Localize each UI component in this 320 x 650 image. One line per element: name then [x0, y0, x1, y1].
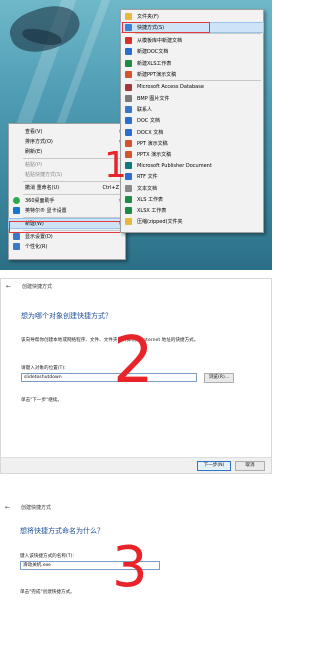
context-menu-item-label: 撤消 重命名(U): [25, 185, 60, 191]
access-icon: [125, 83, 132, 91]
back-arrow-icon[interactable]: ←: [6, 283, 11, 290]
step-number-3: 3: [112, 535, 148, 600]
submenu-item[interactable]: 文件夹(F): [121, 12, 263, 21]
create-shortcut-dialog-step2: ← 创建快捷方式 想将快捷方式命名为什么？ 键入该快捷方式的名称(T): 滑动关…: [0, 500, 272, 650]
submenu-item[interactable]: 新建PPT演示文稿: [121, 70, 263, 79]
submenu-item-label: 新建XLS工作表: [137, 60, 172, 67]
submenu-item-label: 联系人: [137, 107, 153, 114]
submenu-item[interactable]: XLSX 工作表: [121, 206, 263, 215]
submenu-item-label: 新建PPT演示文稿: [137, 71, 177, 78]
next-button[interactable]: 下一步(N): [197, 461, 231, 471]
submenu-item-label: RTF 文件: [137, 174, 158, 181]
dialog-hint: 单击"下一步"继续。: [21, 398, 62, 403]
submenu-item[interactable]: BMP 图片文件: [121, 94, 263, 103]
context-menu-item-label: 显示设置(D): [25, 234, 53, 240]
submenu-item-label: 新建DOC文档: [137, 49, 169, 56]
menu-separator: [135, 33, 261, 35]
back-arrow-icon[interactable]: ←: [5, 504, 10, 511]
bmp-icon: [125, 95, 132, 102]
submenu-item[interactable]: 压缩(zipped)文件夹: [121, 217, 263, 226]
dialog-heading: 想将快捷方式命名为什么？: [20, 527, 104, 535]
submenu-item[interactable]: 新建XLS工作表: [121, 59, 263, 68]
context-menu-item[interactable]: 显示设置(D): [9, 232, 125, 241]
context-menu-item-label: 粘贴快捷方式(S): [25, 172, 63, 178]
menu-separator: [23, 217, 123, 218]
submenu-item-label: Microsoft Access Database: [137, 84, 204, 91]
context-menu-item-label: 排序方式(O): [25, 139, 53, 145]
xlsx-icon: [125, 207, 132, 214]
name-label: 键入该快捷方式的名称(T):: [20, 554, 74, 559]
contact-icon: [125, 106, 132, 114]
context-menu-item-label: 粘贴(P): [25, 162, 42, 168]
context-menu-item-label: 个性化(R): [25, 244, 48, 250]
desktop-context-menu: 查看(V)›排序方式(O)›刷新(E)粘贴(P)粘贴快捷方式(S)撤消 重命名(…: [8, 123, 126, 260]
intel-graphics-icon: [13, 207, 20, 214]
submenu-item[interactable]: 文本文档: [121, 184, 263, 193]
context-menu-item[interactable]: 英特尔® 显卡设置: [9, 206, 125, 215]
browse-button[interactable]: 浏览(R)...: [204, 373, 234, 383]
doc-icon: [125, 48, 132, 56]
dialog-heading: 想为哪个对象创建快捷方式？: [21, 312, 112, 320]
xls-icon: [125, 59, 132, 67]
submenu-item[interactable]: 新建DOC文档: [121, 47, 263, 56]
submenu-item[interactable]: PPTX 演示文稿: [121, 150, 263, 159]
step-number-1: 1: [104, 145, 127, 186]
submenu-item-label: 文本文档: [137, 185, 158, 192]
create-shortcut-dialog-step1: ← 创建快捷方式 想为哪个对象创建快捷方式？ 该向导帮你创建本地或网络程序、文件…: [0, 278, 272, 474]
doc-icon: [125, 117, 132, 125]
submenu-item-label: 压缩(zipped)文件夹: [137, 219, 183, 226]
dialog-title: 创建快捷方式: [22, 284, 53, 290]
menu-separator: [23, 194, 123, 195]
submenu-item-label: BMP 图片文件: [137, 96, 170, 102]
display-icon: [13, 233, 20, 240]
template-icon: [125, 37, 132, 45]
folder-icon: [125, 13, 132, 20]
cancel-button[interactable]: 取消: [235, 461, 265, 471]
ppt-icon: [125, 70, 132, 78]
shortcut-item-highlight-box: [122, 22, 210, 34]
submenu-item-label: XLSX 工作表: [137, 208, 167, 214]
context-menu-item-label: 查看(V): [25, 129, 43, 135]
submenu-item[interactable]: 联系人: [121, 105, 263, 114]
location-label: 请键入对象的位置(T):: [21, 366, 66, 371]
submenu-item-label: DOCX 文档: [137, 129, 164, 136]
personalize-icon: [13, 243, 20, 250]
desktop-background[interactable]: 查看(V)›排序方式(O)›刷新(E)粘贴(P)粘贴快捷方式(S)撤消 重命名(…: [0, 0, 272, 270]
zip-folder-icon: [125, 218, 132, 226]
submenu-item-label: 文件夹(F): [137, 14, 159, 20]
docx-icon: [125, 128, 132, 136]
submenu-item[interactable]: 从模板库中新建文档: [121, 36, 263, 45]
submenu-item[interactable]: Microsoft Access Database: [121, 83, 263, 92]
submenu-item[interactable]: Microsoft Publisher Document: [121, 161, 263, 170]
context-menu-item-label: 刷新(E): [25, 149, 43, 155]
submenu-item-label: DOC 文档: [137, 118, 160, 125]
submenu-item[interactable]: XLS 工作表: [121, 195, 263, 204]
dialog-title: 创建快捷方式: [21, 505, 52, 511]
xls-icon: [125, 195, 132, 203]
context-menu-item-label: 360桌面助手: [25, 198, 55, 204]
submenu-item-label: Microsoft Publisher Document: [137, 162, 212, 169]
submenu-item[interactable]: DOCX 文档: [121, 128, 263, 137]
submenu-item-label: PPTX 演示文稿: [137, 152, 172, 158]
context-menu-item[interactable]: 个性化(R): [9, 242, 125, 251]
location-input[interactable]: slidetoshutdown: [21, 373, 197, 382]
new-submenu: 文件夹(F) 快捷方式(S) 从模板库中新建文档 新建DOC文档 新建XLS工作表 新建P…: [120, 9, 264, 233]
submenu-item-label: 从模板库中新建文档: [137, 38, 183, 45]
dialog-hint: 单击"完成"创建快捷方式。: [20, 590, 75, 595]
submenu-item[interactable]: DOC 文档: [121, 116, 263, 125]
submenu-item[interactable]: RTF 文件: [121, 172, 263, 181]
dialog-description: 该向导帮你创建本地或网络程序、文件、文件夹、计算机或 Internet 地址的快…: [21, 338, 199, 343]
context-menu-item[interactable]: 查看(V)›: [9, 127, 125, 136]
context-menu-item-label: 英特尔® 显卡设置: [25, 208, 67, 214]
submenu-item[interactable]: PPT 演示文稿: [121, 139, 263, 148]
step-number-2: 2: [113, 324, 154, 398]
context-menu-item[interactable]: 360桌面助手›: [9, 196, 125, 205]
submenu-item-label: PPT 演示文稿: [137, 140, 168, 147]
menu-separator: [135, 79, 261, 81]
submenu-item-label: XLS 工作表: [137, 196, 163, 203]
360-icon: [13, 197, 20, 204]
